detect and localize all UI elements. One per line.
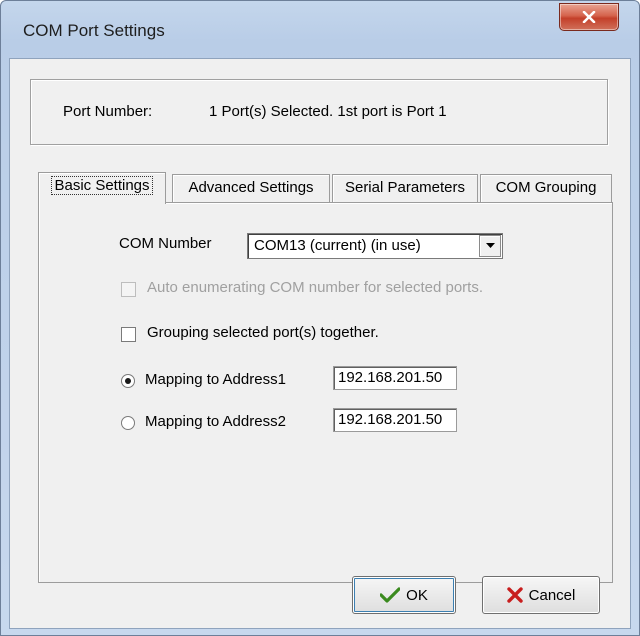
auto-enumerate-label: Auto enumerating COM number for selected… [147,279,483,296]
close-button[interactable] [559,3,619,31]
auto-enumerate-checkbox[interactable] [121,282,136,297]
ok-button[interactable]: OK [352,576,456,614]
com-number-select[interactable]: COM13 (current) (in use) [247,233,503,259]
address2-field[interactable]: 192.168.201.50 [333,408,457,432]
tab-com-grouping[interactable]: COM Grouping [480,174,612,203]
address1-label: Mapping to Address1 [145,371,286,388]
check-icon [380,587,401,603]
tab-label: COM Grouping [495,179,597,196]
chevron-down-icon [485,243,495,248]
cancel-label: Cancel [528,586,576,604]
address1-radio[interactable] [121,374,135,388]
address2-radio[interactable] [121,416,135,430]
close-icon [582,11,596,23]
tab-advanced-settings[interactable]: Advanced Settings [172,174,330,203]
dialog-client-area: Port Number: 1 Port(s) Selected. 1st por… [9,58,631,629]
x-icon [506,587,523,603]
dropdown-arrow-button[interactable] [479,235,501,257]
tab-basic-settings[interactable]: Basic Settings [38,172,166,204]
ok-label: OK [406,586,428,604]
tab-label: Basic Settings [51,176,153,195]
tab-label: Advanced Settings [188,179,314,196]
tab-label: Serial Parameters [344,179,466,196]
dialog-window: COM Port Settings Port Number: 1 Port(s)… [0,0,640,636]
basic-settings-panel: COM Number COM13 (current) (in use) Auto… [38,202,613,583]
com-number-label: COM Number [119,235,212,252]
grouping-label: Grouping selected port(s) together. [147,324,379,341]
title-bar[interactable]: COM Port Settings [1,1,639,59]
com-number-value: COM13 (current) (in use) [254,237,421,254]
port-info-groupbox: Port Number: 1 Port(s) Selected. 1st por… [30,79,608,145]
tab-serial-parameters[interactable]: Serial Parameters [332,174,478,203]
grouping-checkbox[interactable] [121,327,136,342]
cancel-button[interactable]: Cancel [482,576,600,614]
address1-field[interactable]: 192.168.201.50 [333,366,457,390]
port-number-value: 1 Port(s) Selected. 1st port is Port 1 [209,103,447,120]
address2-label: Mapping to Address2 [145,413,286,430]
window-title: COM Port Settings [23,21,165,40]
port-number-label: Port Number: [63,103,153,120]
radio-selected-dot [125,378,131,384]
